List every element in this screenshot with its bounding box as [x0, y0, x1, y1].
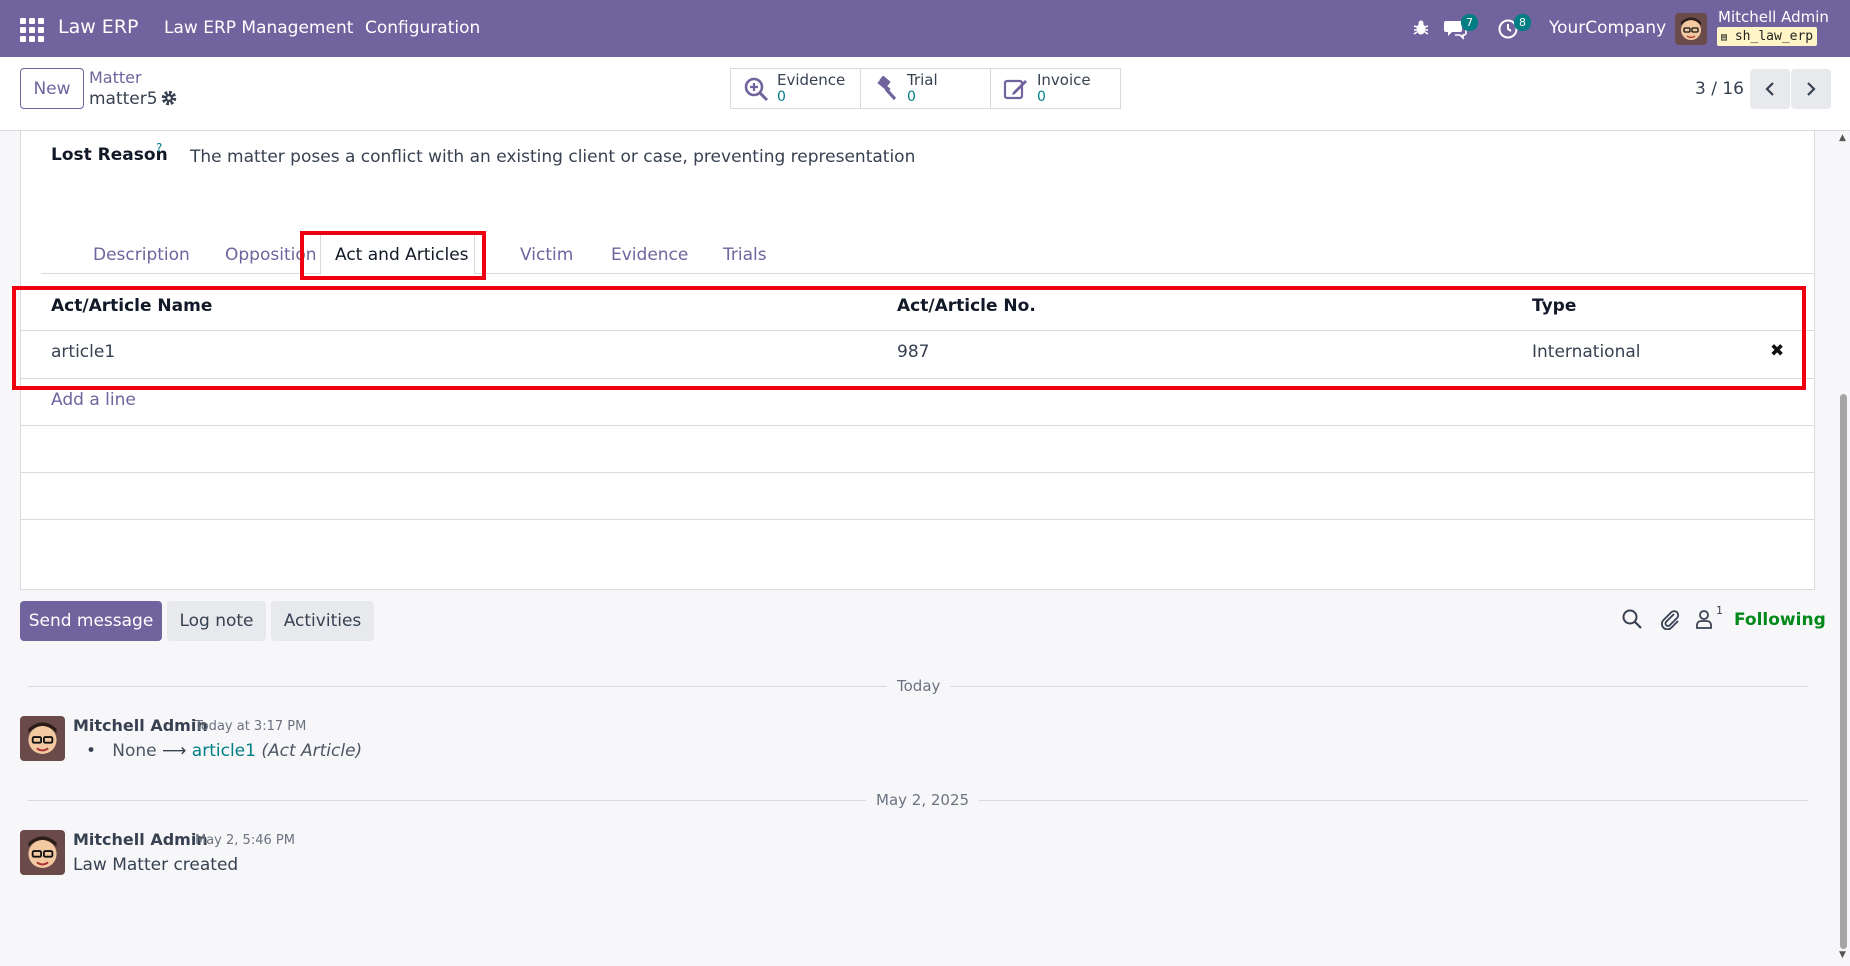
database-badge: ▤ sh_law_erp	[1717, 27, 1818, 46]
date-separator-label: May 2, 2025	[866, 791, 980, 809]
trial-label: Trial	[907, 71, 938, 89]
log-note-button[interactable]: Log note	[167, 601, 266, 641]
cell-article-type[interactable]: International	[1532, 342, 1641, 362]
row-divider	[21, 378, 1814, 379]
activities-badge: 8	[1514, 14, 1531, 31]
header-divider	[21, 330, 1814, 331]
date-separator-label: Today	[887, 677, 951, 695]
invoice-count: 0	[1037, 89, 1046, 105]
menu-configuration[interactable]: Configuration	[365, 18, 480, 38]
breadcrumb-current: matter5	[89, 89, 158, 109]
form-sheet: Lost Reason ? The matter poses a conflic…	[20, 131, 1815, 590]
following-button[interactable]: Following	[1734, 610, 1826, 630]
tab-trials[interactable]: Trials	[723, 245, 767, 265]
evidence-label: Evidence	[777, 71, 846, 89]
lost-reason-label: Lost Reason	[51, 145, 168, 165]
database-name: sh_law_erp	[1734, 29, 1814, 44]
lost-reason-value[interactable]: The matter poses a conflict with an exis…	[190, 147, 915, 167]
invoice-label: Invoice	[1037, 71, 1091, 89]
bullet-dot: •	[86, 741, 97, 761]
tab-evidence[interactable]: Evidence	[611, 245, 688, 265]
tab-act-and-articles[interactable]: Act and Articles	[335, 245, 469, 265]
notebook-tabs: Description Opposition Act and Articles …	[41, 232, 1814, 275]
database-icon: ▤	[1721, 32, 1728, 43]
app-brand[interactable]: Law ERP	[58, 16, 138, 38]
bug-icon[interactable]	[1411, 18, 1431, 42]
pager-previous-button[interactable]	[1750, 69, 1790, 109]
trial-smart-button[interactable]: Trial 0	[860, 68, 991, 109]
gear-icon[interactable]	[160, 89, 178, 107]
column-header-act-article-no[interactable]: Act/Article No.	[897, 296, 1036, 316]
followers-user-icon[interactable]	[1693, 608, 1715, 630]
message-author[interactable]: Mitchell Admin	[73, 716, 208, 735]
activities-button[interactable]: Activities	[271, 601, 374, 641]
column-header-type[interactable]: Type	[1532, 296, 1576, 316]
tracking-new-value: article1	[191, 741, 256, 761]
lost-reason-help-icon[interactable]: ?	[156, 141, 162, 155]
magnifier-plus-icon	[744, 77, 769, 101]
company-switcher[interactable]: YourCompany	[1549, 18, 1666, 38]
column-header-act-article-name[interactable]: Act/Article Name	[51, 296, 212, 316]
breadcrumb-parent[interactable]: Matter	[89, 68, 142, 87]
message-timestamp: Today at 3:17 PM	[195, 719, 307, 734]
control-panel: New Matter matter5 Evidence 0 Trial 0 In…	[0, 57, 1850, 131]
cell-article-name[interactable]: article1	[51, 342, 115, 362]
invoice-smart-button[interactable]: Invoice 0	[990, 68, 1121, 109]
new-button[interactable]: New	[20, 68, 84, 109]
scroll-up-icon[interactable]: ▲	[1839, 133, 1846, 143]
pager-value[interactable]: 3 / 16	[1695, 79, 1744, 99]
scroll-thumb[interactable]	[1840, 394, 1847, 949]
cell-article-number[interactable]: 987	[897, 342, 929, 362]
page-scrollbar[interactable]: ▲ ▼	[1836, 131, 1850, 966]
gavel-icon	[877, 75, 897, 100]
user-name[interactable]: Mitchell Admin	[1718, 8, 1829, 26]
apps-grid-icon[interactable]	[20, 18, 44, 42]
followers-count: 1	[1716, 604, 1723, 617]
search-icon[interactable]	[1621, 608, 1643, 630]
chevron-right-icon	[1807, 82, 1816, 96]
user-avatar[interactable]	[1675, 13, 1707, 45]
message-author[interactable]: Mitchell Admin	[73, 830, 208, 849]
message-author-avatar[interactable]	[20, 716, 65, 761]
evidence-smart-button[interactable]: Evidence 0	[730, 68, 861, 109]
tracking-change: • None ⟶ article1 (Act Article)	[86, 741, 362, 761]
edit-icon	[1003, 79, 1027, 99]
tracking-field-name: (Act Article)	[261, 741, 363, 761]
row-divider	[21, 425, 1814, 426]
chevron-left-icon	[1765, 82, 1774, 96]
row-divider	[21, 519, 1814, 520]
paperclip-icon[interactable]	[1659, 608, 1681, 631]
add-line-link[interactable]: Add a line	[51, 390, 136, 410]
top-navbar: Law ERP Law ERP Management Configuration…	[0, 0, 1850, 57]
tab-description[interactable]: Description	[93, 245, 190, 265]
scroll-down-icon[interactable]: ▼	[1839, 950, 1846, 960]
tab-victim[interactable]: Victim	[520, 245, 573, 265]
arrow-right-icon: ⟶	[162, 741, 187, 761]
evidence-count: 0	[777, 89, 786, 105]
messages-badge: 7	[1461, 14, 1478, 31]
row-divider	[21, 472, 1814, 473]
send-message-button[interactable]: Send message	[20, 601, 162, 641]
message-timestamp: May 2, 5:46 PM	[195, 833, 295, 848]
trial-count: 0	[907, 89, 916, 105]
message-author-avatar[interactable]	[20, 830, 65, 875]
delete-row-icon[interactable]: ✖	[1770, 341, 1784, 361]
message-body: Law Matter created	[73, 855, 239, 875]
menu-law-erp-management[interactable]: Law ERP Management	[164, 18, 353, 38]
pager-next-button[interactable]	[1791, 69, 1831, 109]
tracking-old-value: None	[112, 741, 157, 761]
tab-opposition[interactable]: Opposition	[225, 245, 317, 265]
